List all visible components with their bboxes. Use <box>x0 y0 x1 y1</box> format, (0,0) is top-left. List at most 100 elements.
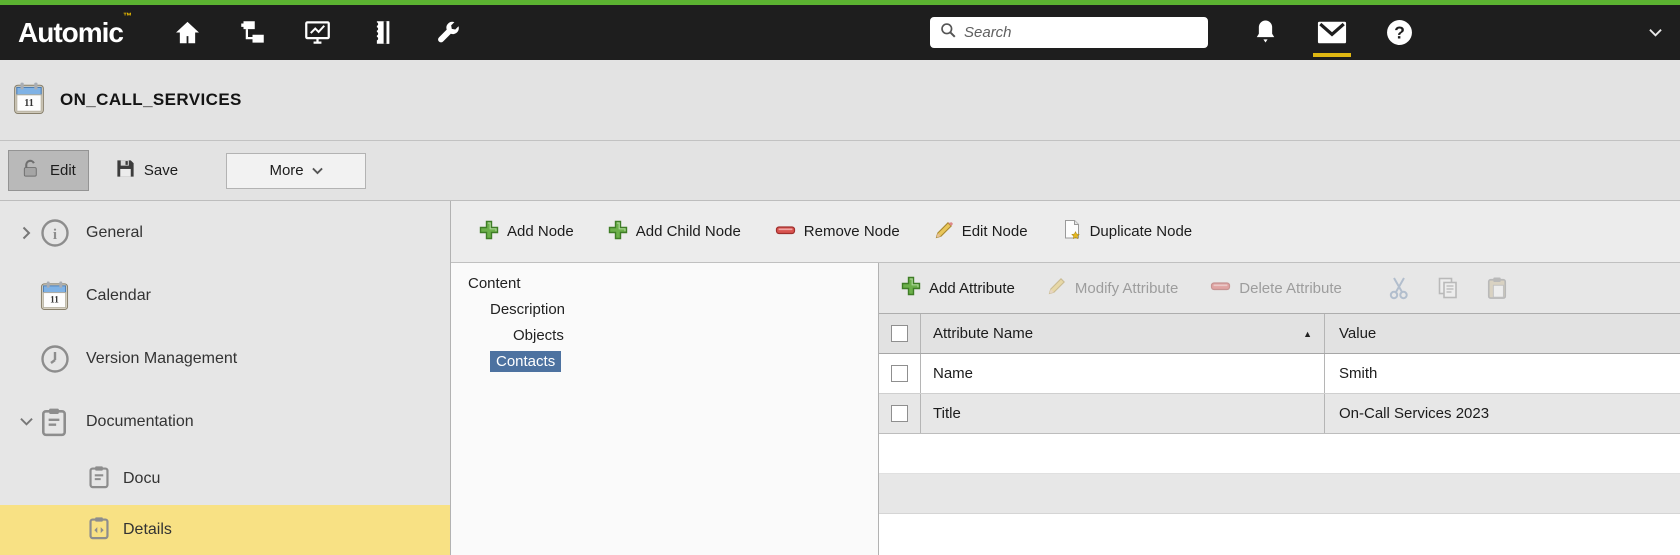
tree-item-label: Objects <box>513 327 564 344</box>
chevron-right-icon[interactable] <box>12 226 40 240</box>
delete-attribute-label: Delete Attribute <box>1239 280 1342 297</box>
search-input[interactable] <box>964 24 1198 41</box>
add-attribute-button[interactable]: Add Attribute <box>901 276 1015 300</box>
search-icon <box>940 22 957 44</box>
tree-item-content[interactable]: Content <box>451 270 878 296</box>
column-header-value[interactable]: Value <box>1325 314 1680 353</box>
document-tree-panel: Content Description Objects Contacts <box>451 263 879 555</box>
sidebar-item-version-management[interactable]: Version Management <box>0 327 450 390</box>
clipboard-icon <box>40 407 86 437</box>
attribute-toolbar: Add Attribute Modify Attribute Delete At… <box>879 263 1680 313</box>
sidebar-item-documentation[interactable]: Documentation <box>0 390 450 453</box>
sidebar: i General 11 Calendar Version Management <box>0 201 451 555</box>
add-child-node-button[interactable]: Add Child Node <box>608 220 741 244</box>
cut-icon[interactable] <box>1388 276 1410 300</box>
sidebar-item-docu[interactable]: Docu <box>0 453 450 505</box>
sidebar-item-calendar[interactable]: 11 Calendar <box>0 264 450 327</box>
calendar-icon: 11 <box>40 280 86 311</box>
process-assembly-icon[interactable] <box>239 19 266 46</box>
object-title-bar: 11 ON_CALL_SERVICES <box>0 60 1680 141</box>
home-icon[interactable] <box>174 19 201 46</box>
main-panel: Add Node Add Child Node Remove Node Edit… <box>451 201 1680 555</box>
content-area: i General 11 Calendar Version Management <box>0 201 1680 555</box>
empty-row <box>879 474 1680 514</box>
plus-icon <box>901 276 921 300</box>
save-button[interactable]: Save <box>103 151 190 190</box>
duplicate-node-label: Duplicate Node <box>1090 223 1193 240</box>
header-chevron-down-icon[interactable] <box>1649 28 1662 37</box>
attribute-name-cell: Name <box>933 365 973 382</box>
save-icon <box>115 158 136 183</box>
tree-item-contacts[interactable]: Contacts <box>451 348 878 374</box>
edit-button[interactable]: Edit <box>8 150 89 191</box>
administration-icon[interactable] <box>434 19 461 46</box>
automic-logo[interactable]: Automic™ <box>18 17 132 49</box>
chevron-down-icon[interactable] <box>12 417 40 426</box>
column-header-label: Value <box>1339 325 1376 342</box>
sidebar-item-label: Details <box>123 521 172 539</box>
clock-icon <box>40 344 86 374</box>
copy-icon[interactable] <box>1437 276 1459 300</box>
paste-icon[interactable] <box>1486 276 1508 300</box>
lock-open-icon <box>21 158 42 183</box>
sidebar-item-label: Documentation <box>86 413 194 431</box>
add-child-node-label: Add Child Node <box>636 223 741 240</box>
sidebar-item-general[interactable]: i General <box>0 201 450 264</box>
catalog-icon[interactable] <box>369 19 396 46</box>
attributes-table: Attribute Name ▲ Value Name Smith <box>879 313 1680 555</box>
table-row[interactable]: Name Smith <box>879 354 1680 394</box>
edit-toolbar: Edit Save More <box>0 141 1680 201</box>
add-attribute-label: Add Attribute <box>929 280 1015 297</box>
sidebar-item-label: Version Management <box>86 350 237 368</box>
app-header: Automic™ ? <box>0 5 1680 60</box>
calendar-object-icon: 11 <box>13 81 45 120</box>
modify-attribute-label: Modify Attribute <box>1075 280 1178 297</box>
tree-item-label: Description <box>490 301 565 318</box>
modify-attribute-button[interactable]: Modify Attribute <box>1047 276 1178 300</box>
select-all-cell <box>879 314 921 353</box>
primary-nav <box>174 19 461 46</box>
edit-node-label: Edit Node <box>962 223 1028 240</box>
minus-icon <box>1210 276 1231 300</box>
svg-text:?: ? <box>1394 23 1405 43</box>
remove-node-button[interactable]: Remove Node <box>775 220 900 244</box>
notifications-bell-icon[interactable] <box>1250 5 1280 60</box>
add-node-button[interactable]: Add Node <box>479 220 574 244</box>
lower-panels: Content Description Objects Contacts Add… <box>451 263 1680 555</box>
node-toolbar: Add Node Add Child Node Remove Node Edit… <box>451 201 1680 263</box>
select-all-checkbox[interactable] <box>891 325 908 342</box>
tree-item-label-selected: Contacts <box>490 351 561 372</box>
empty-row <box>879 434 1680 474</box>
column-header-label: Attribute Name <box>933 325 1033 342</box>
remove-node-label: Remove Node <box>804 223 900 240</box>
more-chevron-down-icon <box>312 162 323 179</box>
clipboard-details-icon <box>88 516 110 545</box>
info-icon: i <box>40 218 86 248</box>
dashboards-icon[interactable] <box>304 19 331 46</box>
pencil-icon <box>1047 276 1067 300</box>
save-button-label: Save <box>144 162 178 179</box>
more-button-label: More <box>269 162 303 179</box>
sort-ascending-icon[interactable]: ▲ <box>1303 329 1312 339</box>
plus-icon <box>479 220 499 244</box>
messages-mail-icon[interactable] <box>1317 5 1347 60</box>
sidebar-item-details[interactable]: Details <box>0 505 450 555</box>
column-header-attribute-name[interactable]: Attribute Name ▲ <box>921 314 1325 353</box>
more-button[interactable]: More <box>226 153 366 189</box>
table-header-row: Attribute Name ▲ Value <box>879 314 1680 354</box>
duplicate-node-button[interactable]: Duplicate Node <box>1062 219 1193 245</box>
svg-text:11: 11 <box>50 295 59 305</box>
empty-area <box>879 514 1680 555</box>
attributes-panel: Add Attribute Modify Attribute Delete At… <box>879 263 1680 555</box>
plus-icon <box>608 220 628 244</box>
row-checkbox[interactable] <box>891 405 908 422</box>
help-icon[interactable]: ? <box>1384 5 1414 60</box>
search-box[interactable] <box>930 17 1208 48</box>
tree-item-objects[interactable]: Objects <box>451 322 878 348</box>
table-row[interactable]: Title On-Call Services 2023 <box>879 394 1680 434</box>
tree-item-description[interactable]: Description <box>451 296 878 322</box>
edit-node-button[interactable]: Edit Node <box>934 220 1028 244</box>
minus-icon <box>775 220 796 244</box>
row-checkbox[interactable] <box>891 365 908 382</box>
delete-attribute-button[interactable]: Delete Attribute <box>1210 276 1342 300</box>
